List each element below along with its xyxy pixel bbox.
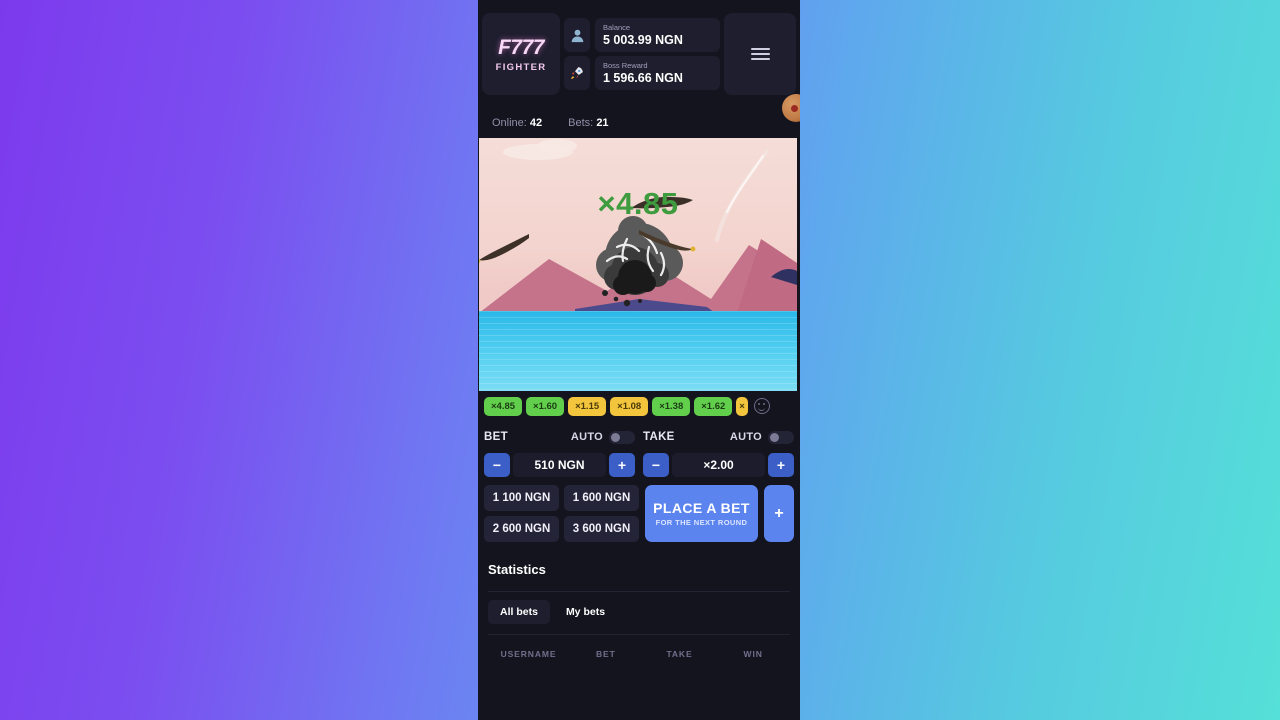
multiplier-history[interactable]: ×4.85 ×1.60 ×1.15 ×1.08 ×1.38 ×1.62 ×	[478, 391, 800, 421]
bets-label: Bets:	[568, 117, 594, 129]
logo-main-text: F777	[498, 35, 544, 59]
control-labels-row: BET AUTO TAKE AUTO	[484, 425, 794, 449]
quick-bet-button[interactable]: 1 100 NGN	[484, 485, 559, 511]
boss-reward-label: Boss Reward	[603, 60, 648, 70]
bets-value: 21	[596, 117, 609, 129]
bet-increase-button[interactable]: +	[609, 453, 635, 477]
tab-my-bets[interactable]: My bets	[554, 600, 617, 624]
app-header: F777 FIGHTER Balance 5 003.99 NGN Boss R…	[478, 0, 800, 108]
debris-piece	[479, 234, 529, 264]
bet-amount-stepper: − 510 NGN +	[484, 453, 635, 477]
balance-label: Balance	[603, 22, 631, 32]
tab-all-bets[interactable]: All bets	[488, 600, 550, 624]
rocket-icon[interactable]	[564, 56, 590, 90]
cloud-icon	[537, 139, 577, 153]
bet-action-area: 1 100 NGN 1 600 NGN 2 600 NGN 3 600 NGN …	[484, 485, 794, 542]
history-chip[interactable]: ×1.60	[526, 396, 565, 416]
take-auto-label: AUTO	[729, 431, 762, 443]
game-app-viewport: F777 FIGHTER Balance 5 003.99 NGN Boss R…	[478, 0, 800, 720]
history-chip[interactable]: ×1.15	[568, 396, 607, 416]
take-label: TAKE	[643, 431, 675, 443]
logo-sub-text: FIGHTER	[495, 61, 547, 73]
statistics-section: Statistics All bets My bets USERNAME BET…	[478, 550, 800, 720]
bet-auto-group[interactable]: AUTO	[570, 430, 635, 444]
bet-auto-label: AUTO	[570, 431, 603, 443]
place-bet-sub-label: FOR THE NEXT ROUND	[655, 518, 748, 527]
bet-decrease-button[interactable]: −	[484, 453, 510, 477]
balance-section: Balance 5 003.99 NGN Boss Reward 1 596.6…	[564, 18, 720, 90]
ocean-water	[479, 311, 797, 391]
balance-field[interactable]: Balance 5 003.99 NGN	[595, 18, 720, 52]
balance-row: Balance 5 003.99 NGN	[564, 18, 720, 52]
take-multiplier-value[interactable]: ×2.00	[672, 453, 765, 477]
menu-button[interactable]	[724, 13, 796, 95]
multiplier-display: ×4.85	[597, 186, 679, 221]
game-canvas[interactable]: ×4.85	[479, 138, 797, 391]
add-bet-panel-button[interactable]: +	[764, 485, 794, 542]
place-bet-main-label: PLACE A BET	[653, 500, 750, 516]
hamburger-menu-icon	[750, 48, 770, 60]
smiley-face-icon[interactable]	[754, 398, 771, 414]
bet-control-header: BET AUTO	[484, 430, 635, 444]
balance-value: 5 003.99 NGN	[603, 32, 683, 47]
take-auto-group[interactable]: AUTO	[729, 430, 794, 444]
online-label: Online:	[492, 117, 527, 129]
take-multiplier-stepper: − ×2.00 +	[643, 453, 794, 477]
bet-panel: BET AUTO TAKE AUTO − 510 NGN + − ×2.00 +…	[478, 421, 800, 550]
online-value: 42	[529, 117, 543, 129]
statistics-table-header: USERNAME BET TAKE WIN	[488, 635, 790, 669]
column-header-win: WIN	[743, 649, 763, 659]
column-header-username: USERNAME	[500, 649, 557, 659]
bet-auto-toggle[interactable]	[609, 430, 635, 444]
history-chip[interactable]: ×1.08	[610, 396, 649, 416]
app-logo[interactable]: F777 FIGHTER	[482, 13, 560, 95]
boss-reward-field[interactable]: Boss Reward 1 596.66 NGN	[595, 56, 720, 90]
bets-counter: Bets: 21	[558, 113, 618, 133]
take-decrease-button[interactable]: −	[643, 453, 669, 477]
history-chip[interactable]: ×1.38	[652, 396, 691, 416]
steppers-row: − 510 NGN + − ×2.00 +	[484, 453, 794, 477]
column-header-bet: BET	[595, 649, 616, 659]
take-increase-button[interactable]: +	[768, 453, 794, 477]
statistics-tabs: All bets My bets	[488, 592, 790, 635]
user-avatar-icon[interactable]	[564, 18, 590, 52]
take-auto-toggle[interactable]	[768, 430, 794, 444]
place-bet-button[interactable]: PLACE A BET FOR THE NEXT ROUND	[645, 485, 758, 542]
boss-reward-row: Boss Reward 1 596.66 NGN	[564, 56, 720, 90]
quick-bet-grid: 1 100 NGN 1 600 NGN 2 600 NGN 3 600 NGN	[484, 485, 639, 542]
history-chip[interactable]: ×	[736, 396, 749, 416]
quick-bet-button[interactable]: 1 600 NGN	[564, 485, 639, 511]
quick-bet-button[interactable]: 2 600 NGN	[484, 516, 559, 542]
history-chip[interactable]: ×4.85	[484, 396, 523, 416]
bet-label: BET	[484, 431, 508, 443]
statistics-table-body	[488, 669, 790, 720]
column-header-take: TAKE	[666, 649, 693, 659]
history-chip[interactable]: ×1.62	[694, 396, 733, 416]
boss-reward-value: 1 596.66 NGN	[603, 70, 683, 85]
take-control-header: TAKE AUTO	[643, 430, 794, 444]
quick-bet-button[interactable]: 3 600 NGN	[564, 516, 639, 542]
planet-decoration-icon	[782, 94, 800, 122]
bet-amount-value[interactable]: 510 NGN	[513, 453, 606, 477]
status-bar: Online: 42 Bets: 21	[478, 94, 800, 138]
debris-piece	[639, 230, 696, 252]
online-counter: Online: 42	[482, 113, 552, 133]
statistics-title: Statistics	[488, 556, 790, 592]
